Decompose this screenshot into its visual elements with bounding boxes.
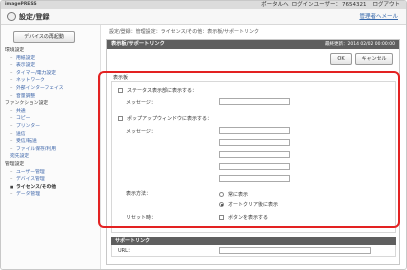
sidebar-item[interactable]: コピー <box>3 115 99 123</box>
app-window: imagePRESS ポータルへ ログインユーザー：7654321 ログアウト 設定… <box>0 0 407 270</box>
sidebar-item[interactable]: 共通 <box>3 108 99 116</box>
main-panel: 表示板/サポートリンク 最終更新：2014 02/02 00:00:00 OK キ… <box>106 39 400 265</box>
message-label: メッセージ： <box>126 100 156 106</box>
sidebar-item[interactable]: 受信/転送 <box>3 138 99 146</box>
display-section-title: 表示板 <box>113 75 129 81</box>
portal-link[interactable]: ポータルへ <box>261 2 289 8</box>
popup-message-line-2[interactable] <box>219 139 290 146</box>
settings-icon <box>7 12 16 21</box>
always-show-radio[interactable] <box>219 192 224 197</box>
mail-admin-link[interactable]: 管理者へメール <box>359 12 398 22</box>
restart-device-button[interactable]: デバイスの再起動 <box>13 31 75 43</box>
sidebar-item[interactable]: プリンター <box>3 123 99 131</box>
display-section: ステータス表示部に表示する： メッセージ： ポップアップウィンドウに表示する： … <box>111 81 396 233</box>
status-checkbox-label: ステータス表示部に表示する： <box>127 88 198 94</box>
popup-message-line-5[interactable] <box>219 175 290 182</box>
action-buttons: OK キャンセル <box>330 53 393 72</box>
reset-label: リセット時： <box>126 215 157 221</box>
sidebar-item[interactable]: ネットワーク <box>3 77 99 85</box>
status-checkbox[interactable] <box>118 88 123 93</box>
login-user-label: ログインユーザー： <box>291 2 341 8</box>
always-show-label: 常に表示 <box>228 192 249 198</box>
after-autoclear-label: オートクリア後に表示 <box>228 202 279 208</box>
title-bar: 設定/登録 管理者へメール <box>1 9 406 25</box>
breadcrumb: 設定/登録：管理設定：ライセンス/その他：表示板/サポートリンク <box>109 29 259 35</box>
user-info-bar: ポータルへ ログインユーザー：7654321 ログアウト <box>255 1 400 9</box>
sidebar-item[interactable]: タイマー/電力設定 <box>3 70 99 78</box>
sidebar-group: ファンクション設定 <box>5 101 49 107</box>
sidebar-group: 管理設定 <box>5 161 25 167</box>
sidebar-item[interactable]: データ管理 <box>3 191 99 199</box>
display-method-label: 表示方法： <box>126 191 152 197</box>
panel-header: 表示板/サポートリンク 最終更新：2014 02/02 00:00:00 <box>107 40 399 49</box>
sidebar-item[interactable]: 音量調整 <box>3 93 99 101</box>
popup-message-label: メッセージ： <box>126 129 156 135</box>
sidebar-item-active[interactable]: ライセンス/その他 <box>3 184 99 192</box>
reset-button-checkbox-label: ボタンを表示する <box>228 215 269 221</box>
support-link-section: URL： <box>111 245 396 257</box>
sidebar-item[interactable]: ユーザー管理 <box>3 169 99 177</box>
sidebar-item[interactable]: ファイル保存/利用 <box>3 146 99 154</box>
sidebar-item[interactable]: 送信 <box>3 131 99 139</box>
ok-button[interactable]: OK <box>330 53 352 65</box>
support-url-input[interactable] <box>219 247 371 254</box>
status-message-input[interactable] <box>219 98 290 105</box>
brand-logo: imagePRESS <box>5 2 37 7</box>
sidebar-group: 環境設定 <box>5 48 25 53</box>
popup-checkbox-label: ポップアップウィンドウに表示する： <box>127 116 213 122</box>
cancel-button[interactable]: キャンセル <box>355 53 393 65</box>
login-user-value: 7654321 <box>341 2 367 8</box>
page-title: 設定/登録 <box>19 13 50 21</box>
sidebar-item[interactable]: 外部インターフェイス <box>3 85 99 93</box>
support-link-header: サポートリンク <box>111 237 396 245</box>
top-bar: imagePRESS ポータルへ ログインユーザー：7654321 ログアウト <box>1 1 406 9</box>
sidebar-item[interactable]: 表示設定 <box>3 62 99 70</box>
url-label: URL： <box>118 248 133 254</box>
popup-message-line-4[interactable] <box>219 163 290 170</box>
sidebar-item-address[interactable]: 宛先設定 <box>3 153 99 161</box>
logout-link[interactable]: ログアウト <box>372 2 400 8</box>
sidebar-nav: 環境設定 用紙設定 表示設定 タイマー/電力設定 ネットワーク 外部インターフェ… <box>3 47 99 199</box>
last-updated: 最終更新：2014 02/02 00:00:00 <box>325 42 395 47</box>
after-autoclear-radio[interactable] <box>219 202 224 207</box>
popup-checkbox[interactable] <box>118 116 123 121</box>
sidebar: デバイスの再起動 環境設定 用紙設定 表示設定 タイマー/電力設定 ネットワーク… <box>1 25 101 269</box>
popup-message-line-3[interactable] <box>219 151 290 158</box>
sidebar-item[interactable]: デバイス管理 <box>3 176 99 184</box>
panel-title: 表示板/サポートリンク <box>111 41 165 47</box>
sidebar-item[interactable]: 用紙設定 <box>3 55 99 63</box>
popup-message-line-1[interactable] <box>219 127 290 134</box>
reset-button-checkbox[interactable] <box>219 215 224 220</box>
